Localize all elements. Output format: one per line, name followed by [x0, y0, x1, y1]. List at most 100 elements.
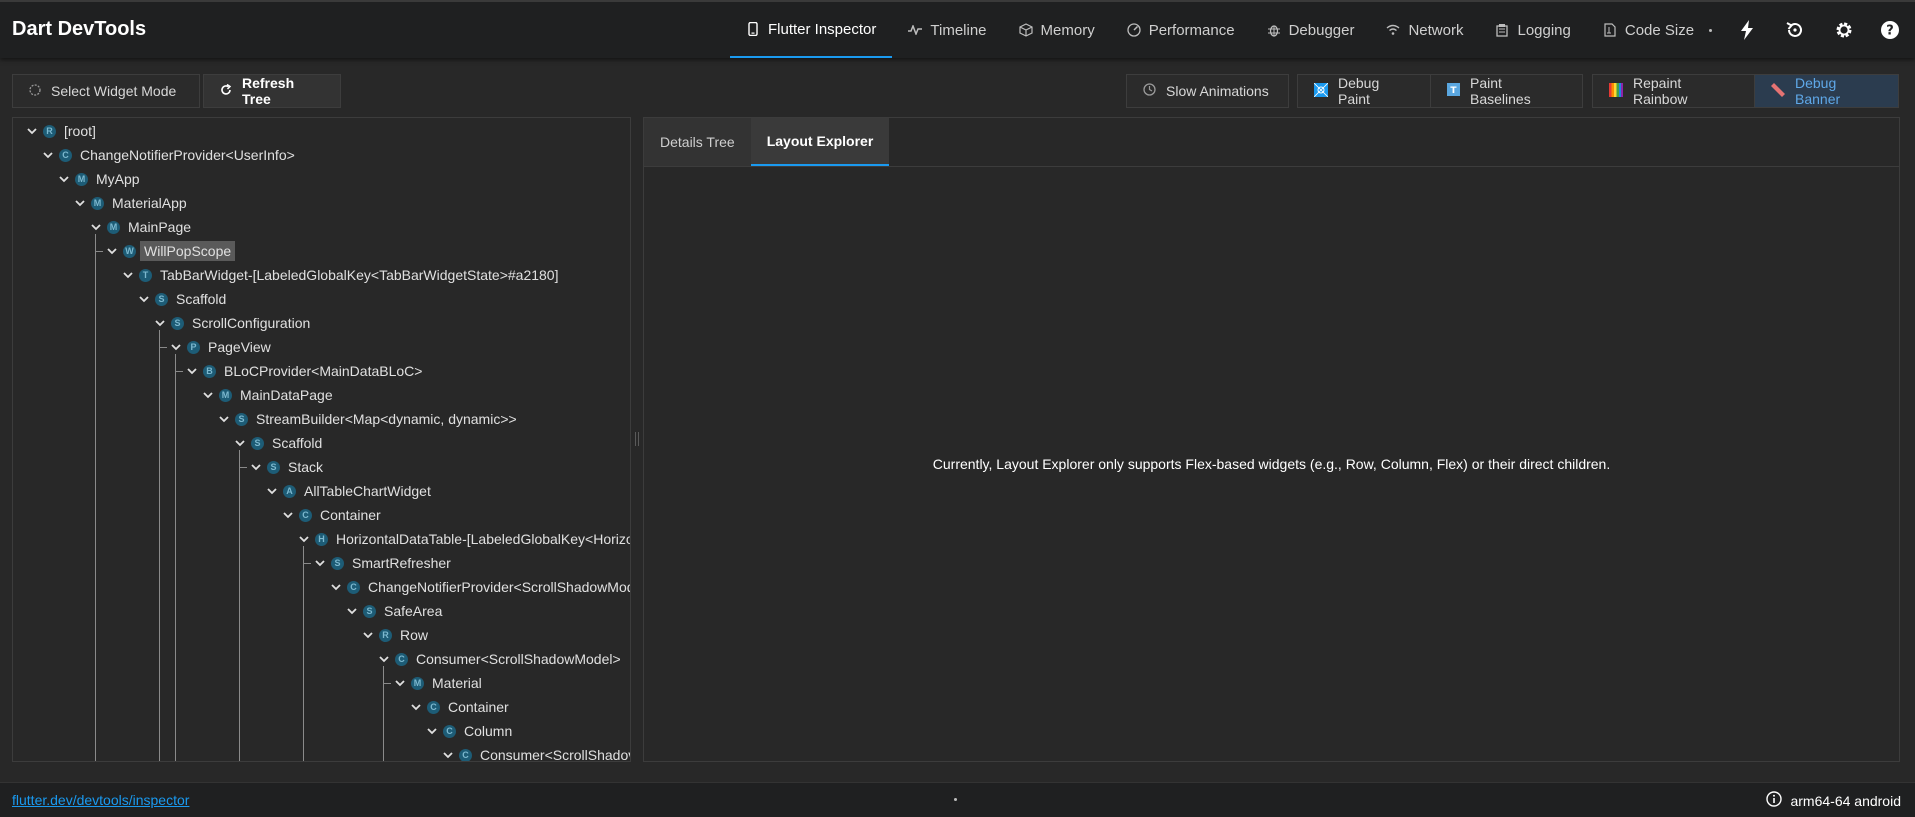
- tree-node[interactable]: M MyApp: [57, 168, 140, 190]
- tree-node-label: AllTableChartWidget: [304, 483, 431, 499]
- chevron-down-icon[interactable]: [329, 580, 343, 594]
- tab-label: Performance: [1148, 21, 1235, 39]
- tree-node[interactable]: B BLoCProvider<MainDataBLoC>: [185, 360, 422, 382]
- tree-guide-line: [175, 354, 176, 761]
- paint-baselines-button[interactable]: T Paint Baselines: [1430, 74, 1583, 108]
- tab-logging[interactable]: Logging: [1479, 2, 1586, 58]
- help-icon[interactable]: ?: [1877, 17, 1903, 43]
- tree-node[interactable]: M Material: [393, 672, 482, 694]
- docs-link[interactable]: flutter.dev/devtools/inspector: [12, 792, 189, 808]
- tab-label: Timeline: [930, 21, 987, 39]
- debug-paint-button[interactable]: Debug Paint: [1297, 74, 1431, 108]
- tree-node[interactable]: M MainPage: [89, 216, 191, 238]
- chevron-down-icon[interactable]: [233, 436, 247, 450]
- tree-connector: [159, 347, 167, 348]
- split-pane-handle[interactable]: [635, 432, 639, 446]
- chevron-down-icon[interactable]: [169, 340, 183, 354]
- chevron-down-icon[interactable]: [377, 652, 391, 666]
- tree-node[interactable]: S SafeArea: [345, 600, 442, 622]
- tree-node[interactable]: M MainDataPage: [201, 384, 333, 406]
- tab-performance[interactable]: Performance: [1111, 2, 1251, 58]
- tab-network[interactable]: Network: [1370, 2, 1479, 58]
- tab-label: Code Size: [1624, 21, 1695, 39]
- debug-banner-button[interactable]: Debug Banner: [1754, 74, 1899, 108]
- tab-layout-explorer[interactable]: Layout Explorer: [750, 118, 890, 166]
- details-tabs: Details Tree Layout Explorer: [644, 118, 890, 166]
- tree-node[interactable]: A AllTableChartWidget: [265, 480, 431, 502]
- widget-type-icon: C: [347, 580, 360, 594]
- tree-node[interactable]: S SmartRefresher: [313, 552, 451, 574]
- chevron-down-icon[interactable]: [249, 460, 263, 474]
- tree-node[interactable]: C Container: [281, 504, 381, 526]
- tree-node[interactable]: S StreamBuilder<Map<dynamic, dynamic>>: [217, 408, 517, 430]
- tree-node[interactable]: C Consumer<ScrollShadowModel>: [377, 648, 621, 670]
- chevron-down-icon[interactable]: [409, 700, 423, 714]
- tree-node[interactable]: C ChangeNotifierProvider<ScrollShadowMod: [329, 576, 630, 598]
- chevron-down-icon[interactable]: [345, 604, 359, 618]
- tree-node[interactable]: P PageView: [169, 336, 271, 358]
- tree-node[interactable]: T TabBarWidget-[LabeledGlobalKey<TabBarWi…: [121, 264, 558, 286]
- chevron-down-icon[interactable]: [105, 244, 119, 258]
- tree-node-label: PageView: [208, 339, 271, 355]
- tree-node[interactable]: S Scaffold: [137, 288, 226, 310]
- status-separator-dot: [954, 798, 957, 801]
- chevron-down-icon[interactable]: [313, 556, 327, 570]
- tree-node[interactable]: C Container: [409, 696, 509, 718]
- chevron-down-icon[interactable]: [281, 508, 295, 522]
- hot-reload-icon[interactable]: [1734, 17, 1760, 43]
- chevron-down-icon[interactable]: [153, 316, 167, 330]
- tree-node[interactable]: R Row: [361, 624, 428, 646]
- tree-node[interactable]: R [root]: [25, 120, 96, 142]
- debug-paint-icon: [1313, 82, 1329, 100]
- tab-memory[interactable]: Memory: [1003, 2, 1111, 58]
- chevron-down-icon[interactable]: [297, 532, 311, 546]
- settings-icon[interactable]: [1831, 17, 1857, 43]
- chevron-down-icon[interactable]: [89, 220, 103, 234]
- slow-animations-button[interactable]: Slow Animations: [1126, 74, 1289, 108]
- tab-debugger[interactable]: Debugger: [1251, 2, 1371, 58]
- chevron-down-icon[interactable]: [41, 148, 55, 162]
- chevron-down-icon[interactable]: [201, 388, 215, 402]
- chevron-down-icon[interactable]: [217, 412, 231, 426]
- chevron-down-icon[interactable]: [185, 364, 199, 378]
- chevron-down-icon[interactable]: [73, 196, 87, 210]
- tree-node-label: Container: [448, 699, 509, 715]
- widget-type-icon: S: [363, 604, 376, 618]
- tree-node-label: SmartRefresher: [352, 555, 451, 571]
- slow-animations-label: Slow Animations: [1166, 83, 1269, 99]
- chevron-down-icon[interactable]: [425, 724, 439, 738]
- chevron-down-icon[interactable]: [57, 172, 71, 186]
- tree-node-label: Stack: [288, 459, 324, 475]
- tree-node[interactable]: S ScrollConfiguration: [153, 312, 310, 334]
- chevron-down-icon[interactable]: [121, 268, 135, 282]
- tree-node[interactable]: M MaterialApp: [73, 192, 187, 214]
- tab-flutter-inspector[interactable]: Flutter Inspector: [730, 2, 893, 58]
- chevron-down-icon[interactable]: [441, 748, 455, 761]
- select-widget-mode-button[interactable]: Select Widget Mode: [12, 74, 200, 108]
- chevron-down-icon[interactable]: [265, 484, 279, 498]
- phone-icon: [746, 22, 760, 36]
- repaint-rainbow-button[interactable]: Repaint Rainbow: [1592, 74, 1755, 108]
- tab-timeline[interactable]: Timeline: [892, 2, 1002, 58]
- tree-connector: [303, 563, 311, 564]
- tree-node[interactable]: H HorizontalDataTable-[LabeledGlobalKey<H…: [297, 528, 630, 550]
- tree-node-label: MainDataPage: [240, 387, 333, 403]
- widget-type-icon: C: [395, 652, 408, 666]
- tree-node[interactable]: W WillPopScope: [105, 240, 236, 262]
- tree-node-label: [root]: [64, 123, 96, 139]
- tree-node[interactable]: C Column: [425, 720, 512, 742]
- widget-type-icon: C: [299, 508, 312, 522]
- tree-node[interactable]: C ChangeNotifierProvider<UserInfo>: [41, 144, 295, 166]
- tab-details-tree[interactable]: Details Tree: [644, 118, 751, 166]
- hot-restart-icon[interactable]: [1782, 17, 1808, 43]
- refresh-tree-button[interactable]: Refresh Tree: [203, 74, 341, 108]
- tree-node[interactable]: C Consumer<ScrollShadov: [441, 744, 630, 761]
- info-icon: [1766, 791, 1783, 810]
- chevron-down-icon[interactable]: [361, 628, 375, 642]
- tree-node[interactable]: S Stack: [249, 456, 323, 478]
- tree-node[interactable]: S Scaffold: [233, 432, 322, 454]
- chevron-down-icon[interactable]: [137, 292, 151, 306]
- chevron-down-icon[interactable]: [25, 124, 39, 138]
- tab-code-size[interactable]: Code Size: [1587, 2, 1710, 58]
- chevron-down-icon[interactable]: [393, 676, 407, 690]
